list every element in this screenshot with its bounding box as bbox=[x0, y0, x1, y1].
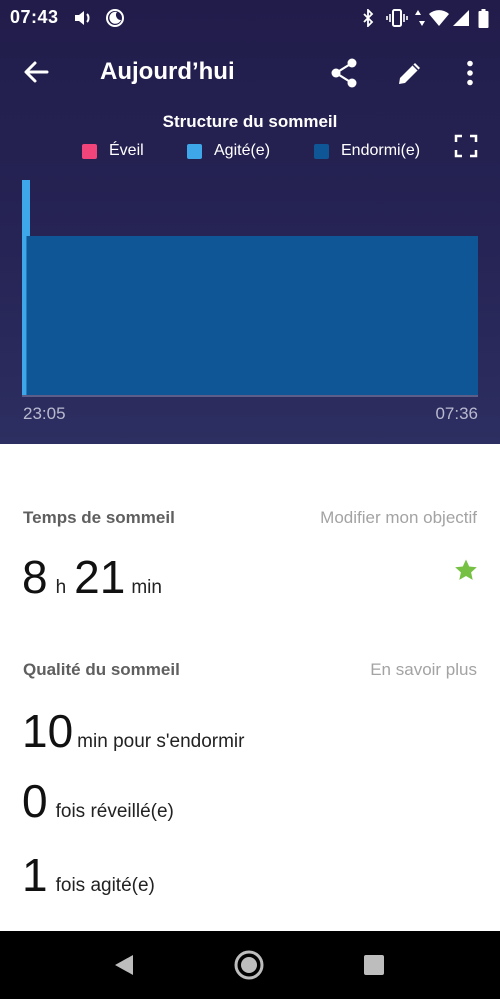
legend-swatch-agite bbox=[187, 143, 202, 159]
sleep-quality-section: Qualité du sommeil En savoir plus 10 min… bbox=[0, 624, 500, 931]
page-title: Aujourd’hui bbox=[100, 58, 235, 85]
legend-label-endormi: Endormi(e) bbox=[341, 142, 421, 159]
data-arrows-icon bbox=[414, 8, 426, 28]
legend-item-eveil: Éveil bbox=[82, 142, 144, 160]
quality-value: 1 bbox=[22, 849, 48, 901]
legend-swatch-endormi bbox=[314, 143, 329, 159]
quality-item-awake: 0 fois réveillé(e) bbox=[22, 774, 174, 828]
edit-goal-link[interactable]: Modifier mon objectif bbox=[320, 508, 477, 528]
sleep-hours-value: 8 bbox=[22, 551, 48, 603]
app-bar: Aujourd’hui bbox=[0, 48, 500, 96]
quality-value: 10 bbox=[22, 705, 74, 757]
bluetooth-icon bbox=[360, 8, 376, 28]
back-arrow-icon[interactable] bbox=[22, 58, 54, 86]
edit-pencil-icon[interactable] bbox=[395, 58, 425, 88]
quality-item-restless: 1 fois agité(e) bbox=[22, 848, 155, 902]
quality-label: fois agité(e) bbox=[55, 875, 155, 896]
sleep-quality-heading: Qualité du sommeil bbox=[23, 660, 180, 679]
recents-square-icon[interactable] bbox=[358, 949, 390, 981]
sleep-stage-chart[interactable] bbox=[22, 180, 478, 398]
signal-icon bbox=[452, 8, 470, 28]
x-axis-end-label: 07:36 bbox=[435, 404, 478, 423]
more-vert-icon[interactable] bbox=[455, 58, 485, 88]
stage-segment-1 bbox=[26, 236, 478, 395]
sleep-duration: 8 h 21 min bbox=[22, 550, 162, 604]
chart-title: Structure du sommeil bbox=[162, 112, 338, 131]
sleep-time-heading: Temps de sommeil bbox=[23, 508, 175, 527]
sleep-minutes-unit: min bbox=[131, 577, 162, 598]
home-circle-icon[interactable] bbox=[233, 949, 265, 981]
learn-more-link[interactable]: En savoir plus bbox=[370, 660, 477, 680]
fullscreen-icon[interactable] bbox=[454, 134, 478, 158]
do-not-disturb-moon-icon bbox=[104, 8, 126, 28]
quality-item-fall-asleep: 10 min pour s'endormir bbox=[22, 704, 244, 758]
chart-legend: Éveil Agité(e) Endormi(e) bbox=[0, 142, 500, 164]
status-bar: 07:43 bbox=[0, 0, 500, 36]
vibrate-icon bbox=[386, 8, 408, 28]
status-time: 07:43 bbox=[10, 7, 59, 27]
volume-icon bbox=[72, 8, 94, 28]
star-icon bbox=[454, 558, 478, 582]
sleep-time-section: Temps de sommeil Modifier mon objectif 8… bbox=[0, 444, 500, 624]
legend-item-agite: Agité(e) bbox=[187, 142, 270, 160]
quality-label: fois réveillé(e) bbox=[55, 801, 174, 822]
legend-label-eveil: Éveil bbox=[109, 142, 144, 159]
header-panel: 07:43 Aujourd’hui Structure du sommeil É… bbox=[0, 0, 500, 444]
battery-icon bbox=[476, 8, 490, 28]
share-icon[interactable] bbox=[329, 58, 359, 88]
wifi-icon bbox=[428, 8, 450, 28]
sleep-minutes-value: 21 bbox=[74, 551, 126, 603]
legend-swatch-eveil bbox=[82, 143, 97, 159]
system-nav-bar bbox=[0, 931, 500, 999]
sleep-hours-unit: h bbox=[55, 577, 67, 598]
back-triangle-icon[interactable] bbox=[108, 949, 140, 981]
quality-value: 0 bbox=[22, 775, 48, 827]
x-axis-start-label: 23:05 bbox=[23, 404, 66, 423]
legend-label-agite: Agité(e) bbox=[214, 142, 271, 159]
quality-label: min pour s'endormir bbox=[77, 731, 245, 752]
legend-item-endormi: Endormi(e) bbox=[314, 142, 420, 160]
